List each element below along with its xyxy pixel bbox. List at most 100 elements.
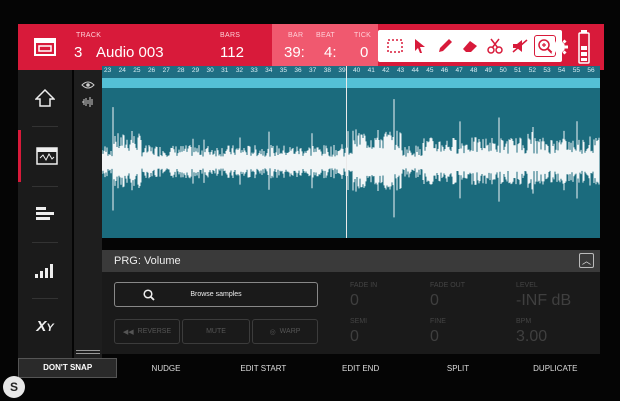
- ruler-mark: 23: [104, 67, 112, 74]
- semi-label: SEMI: [350, 318, 368, 325]
- ruler-mark: 27: [162, 67, 170, 74]
- browse-samples-button[interactable]: Browse samples: [114, 282, 318, 307]
- beat-label: BEAT: [316, 32, 335, 39]
- waveform-edit-icon[interactable]: [18, 130, 72, 182]
- reverse-button[interactable]: ◀◀ REVERSE: [114, 319, 180, 344]
- ruler-mark: 38: [323, 67, 331, 74]
- ruler-mark: 56: [587, 67, 595, 74]
- waveform-display[interactable]: [102, 88, 600, 238]
- bars-value[interactable]: 112: [220, 44, 244, 61]
- fade-in-label: FADE IN: [350, 282, 378, 289]
- edit-end-button[interactable]: EDIT END: [312, 364, 409, 373]
- nudge-button[interactable]: NUDGE: [117, 364, 214, 373]
- tool-group: [378, 30, 562, 62]
- edit-panel: Browse samples ◀◀ REVERSE MUTE ◎ WARP FADE…: [102, 272, 600, 354]
- ruler-mark: 33: [250, 67, 258, 74]
- level-label: LEVEL: [516, 282, 538, 289]
- xy-icon[interactable]: XY: [18, 300, 72, 352]
- pointer-icon[interactable]: [409, 35, 431, 57]
- ruler-mark: 26: [147, 67, 156, 74]
- ruler-mark: 44: [411, 67, 419, 74]
- fine-value[interactable]: 0: [430, 328, 439, 346]
- gear-icon[interactable]: [548, 36, 570, 58]
- ruler-mark: 41: [367, 67, 375, 74]
- ruler-mark: 29: [191, 67, 200, 74]
- chevron-up-icon[interactable]: ︿: [579, 253, 594, 268]
- ruler-mark: 43: [396, 67, 405, 74]
- tick-label: TICK: [354, 32, 372, 39]
- ruler-mark: 55: [572, 67, 580, 74]
- position-display: BAR 39: BEAT 4: TICK 0: [272, 24, 378, 70]
- ruler-mark: 51: [514, 67, 522, 74]
- playhead[interactable]: [346, 66, 347, 238]
- track-menu-icon[interactable]: [22, 24, 68, 70]
- ruler-mark: 31: [221, 67, 229, 74]
- track-number[interactable]: 3: [74, 44, 82, 61]
- fade-out-value[interactable]: 0: [430, 292, 439, 310]
- warp-label: WARP: [279, 328, 301, 335]
- home-icon[interactable]: [18, 72, 72, 124]
- ruler-mark: 54: [558, 67, 566, 74]
- rewind-icon: ◀◀: [122, 328, 134, 336]
- track-view-icon[interactable]: [18, 188, 72, 240]
- duplicate-button[interactable]: DUPLICATE: [507, 364, 604, 373]
- bar-label: BAR: [288, 32, 304, 39]
- ruler-mark: 37: [309, 67, 317, 74]
- timeline-ruler[interactable]: 23 24 25 26 27 28 29 30 31 32 33 34 35 36 37 38 39 40 41 42…: [102, 66, 600, 78]
- select-icon[interactable]: [384, 35, 406, 57]
- search-icon: [143, 289, 155, 301]
- track-name[interactable]: Audio 003: [96, 44, 164, 61]
- ruler-mark: 25: [133, 67, 141, 74]
- ruler-mark: 52: [528, 67, 536, 74]
- split-button[interactable]: SPLIT: [409, 364, 506, 373]
- warp-button[interactable]: ◎ WARP: [252, 319, 318, 344]
- track-label: TRACK: [76, 32, 102, 39]
- level-value[interactable]: -INF dB: [516, 292, 571, 310]
- bpm-value[interactable]: 3.00: [516, 328, 547, 346]
- ruler-mark: 35: [279, 67, 287, 74]
- waveform-icon[interactable]: [81, 94, 95, 112]
- tick-value[interactable]: 0: [360, 44, 368, 61]
- ruler-mark: 40: [353, 67, 361, 74]
- ruler-mark: 28: [177, 67, 185, 74]
- prg-title: PRG: Volume: [114, 255, 181, 267]
- fade-in-value[interactable]: 0: [350, 292, 359, 310]
- mute-label: MUTE: [206, 328, 226, 335]
- eraser-icon[interactable]: [459, 35, 481, 57]
- edit-start-button[interactable]: EDIT START: [215, 364, 312, 373]
- ruler-mark: 48: [470, 67, 478, 74]
- ruler-mark: 24: [118, 67, 126, 74]
- ruler-mark: 46: [440, 67, 449, 74]
- ruler-mark: 42: [382, 67, 390, 74]
- track-strip: [74, 70, 102, 360]
- battery-icon: [578, 30, 590, 64]
- ruler-mark: 30: [206, 67, 214, 74]
- level-icon[interactable]: [18, 244, 72, 296]
- fade-out-label: FADE OUT: [430, 282, 466, 289]
- browse-samples-label: Browse samples: [190, 291, 242, 298]
- loop-region[interactable]: [102, 78, 600, 88]
- ruler-mark: 50: [499, 67, 507, 74]
- top-bar: TRACK 3 Audio 003 BARS 112 BAR 39: BEAT …: [18, 24, 604, 70]
- eye-icon[interactable]: [81, 76, 95, 94]
- sidebar: XY: [18, 70, 72, 360]
- ruler-mark: 49: [484, 67, 493, 74]
- watermark-logo: S: [3, 376, 25, 398]
- ruler-mark: 45: [426, 67, 434, 74]
- semi-value[interactable]: 0: [350, 328, 359, 346]
- bpm-label: BPM: [516, 318, 532, 325]
- beat-value[interactable]: 4:: [324, 44, 337, 61]
- mute-icon[interactable]: [509, 35, 531, 57]
- scissors-icon[interactable]: [484, 35, 506, 57]
- ruler-mark: 47: [455, 67, 463, 74]
- function-bar: DON'T SNAP NUDGE EDIT START EDIT END SPL…: [18, 358, 604, 378]
- bars-label: BARS: [220, 32, 241, 39]
- divider-handle[interactable]: [76, 350, 100, 354]
- ruler-mark: 32: [235, 67, 244, 74]
- fine-label: FINE: [430, 318, 446, 325]
- pencil-icon[interactable]: [434, 35, 456, 57]
- mute-button[interactable]: MUTE: [182, 319, 250, 344]
- prg-bar: PRG: Volume ︿: [102, 250, 600, 272]
- dont-snap-button[interactable]: DON'T SNAP: [18, 358, 118, 378]
- bar-value[interactable]: 39:: [284, 44, 305, 61]
